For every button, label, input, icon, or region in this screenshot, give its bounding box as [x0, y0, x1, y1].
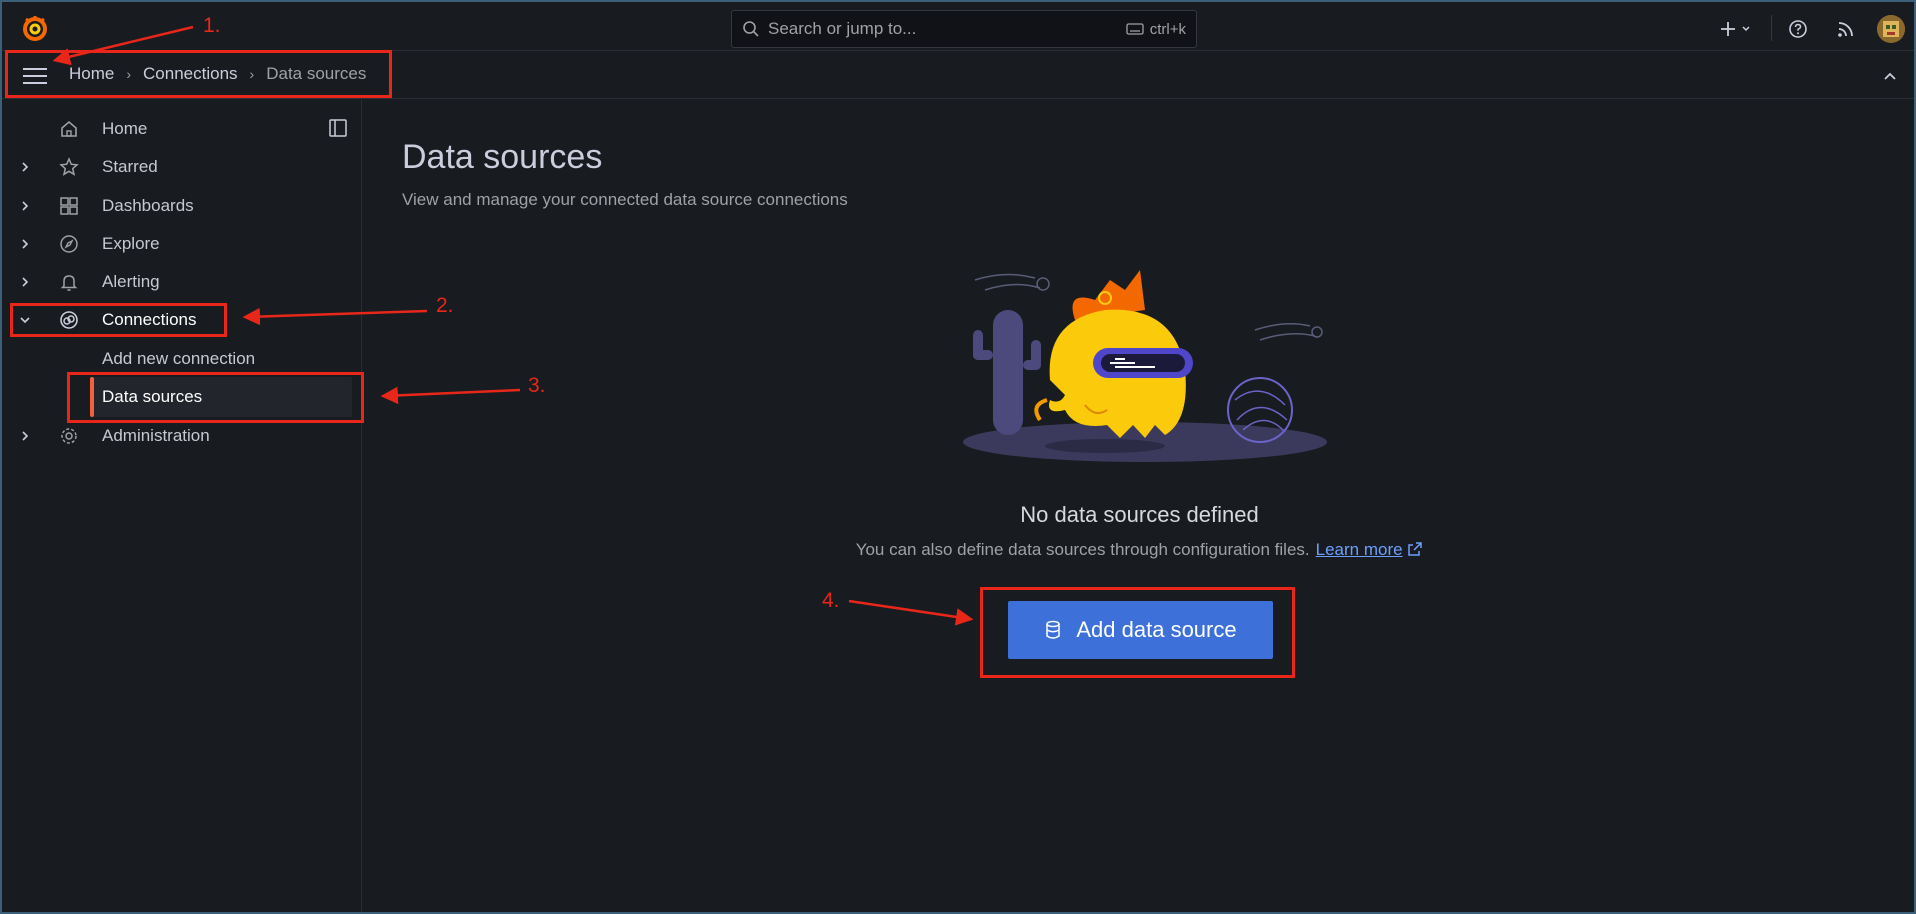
page-subtitle: View and manage your connected data sour… — [402, 190, 848, 209]
sidebar-item-label: Home — [102, 119, 148, 138]
new-menu-button[interactable] — [1716, 17, 1756, 41]
chevron-right-icon[interactable] — [18, 160, 32, 174]
sidebar-item-explore[interactable]: Explore — [0, 226, 362, 262]
top-bar: Search or jump to... ctrl+k — [0, 3, 1916, 51]
annotation-number-3: 3. — [528, 374, 546, 397]
annotation-box-3 — [67, 372, 364, 423]
topbar-divider — [1771, 15, 1772, 41]
empty-state-illustration — [963, 270, 1327, 462]
chevron-right-icon[interactable] — [18, 199, 32, 213]
chevron-right-icon[interactable] — [18, 237, 32, 251]
sidebar-item-administration[interactable]: Administration — [0, 418, 362, 454]
sidebar-item-starred[interactable]: Starred — [0, 149, 362, 185]
shortcut-text: ctrl+k — [1149, 20, 1186, 38]
search-icon — [743, 21, 759, 37]
sidebar-item-label: Explore — [102, 234, 160, 253]
annotation-number-4: 4. — [822, 589, 840, 612]
sidebar-item-label: Administration — [102, 426, 210, 445]
chevron-right-icon[interactable] — [18, 275, 32, 289]
search-input[interactable]: Search or jump to... ctrl+k — [731, 10, 1197, 48]
search-placeholder: Search or jump to... — [768, 19, 917, 38]
sidebar-subitem-label: Add new connection — [102, 349, 256, 368]
keyboard-icon — [1126, 23, 1144, 35]
user-avatar[interactable] — [1877, 15, 1905, 43]
annotation-box-1 — [5, 50, 392, 98]
learn-more-link[interactable]: Learn more — [1316, 540, 1403, 559]
news-button[interactable] — [1834, 17, 1858, 41]
annotation-number-2: 2. — [436, 294, 454, 317]
plus-icon — [1721, 22, 1750, 36]
annotation-box-2 — [10, 303, 227, 337]
sidebar-item-dashboards[interactable]: Dashboards — [0, 188, 362, 224]
empty-state-text: You can also define data sources through… — [855, 540, 1310, 559]
rss-icon — [1838, 22, 1853, 37]
bell-icon — [60, 275, 78, 291]
empty-state-description: You can also define data sources through… — [363, 540, 1916, 560]
help-button[interactable] — [1786, 17, 1810, 41]
apps-icon — [60, 197, 78, 215]
sidebar: Home Starred Dashboards Explore Alerting… — [0, 100, 362, 914]
shortcut-hint: ctrl+k — [1126, 21, 1186, 38]
sidebar-item-label: Dashboards — [102, 196, 194, 215]
external-link-icon[interactable] — [1407, 541, 1423, 557]
chevron-up-icon[interactable] — [1880, 66, 1900, 86]
sidebar-item-label: Starred — [102, 157, 158, 176]
help-icon — [1789, 20, 1807, 38]
empty-state-title: No data sources defined — [1020, 502, 1259, 527]
annotation-number-1: 1. — [203, 14, 221, 37]
main-content: Data sources View and manage your connec… — [363, 100, 1916, 914]
sidebar-item-label: Alerting — [102, 272, 160, 291]
chevron-right-icon[interactable] — [18, 429, 32, 443]
avatar-icon — [1877, 15, 1905, 43]
compass-icon — [60, 235, 78, 253]
gear-icon — [61, 428, 77, 444]
page-title: Data sources — [402, 138, 603, 176]
home-icon — [61, 120, 77, 137]
grafana-logo-icon[interactable] — [20, 13, 50, 43]
sidebar-item-alerting[interactable]: Alerting — [0, 264, 362, 300]
star-icon — [59, 157, 79, 176]
annotation-box-4 — [980, 587, 1295, 678]
sidebar-item-home[interactable]: Home — [0, 111, 362, 147]
